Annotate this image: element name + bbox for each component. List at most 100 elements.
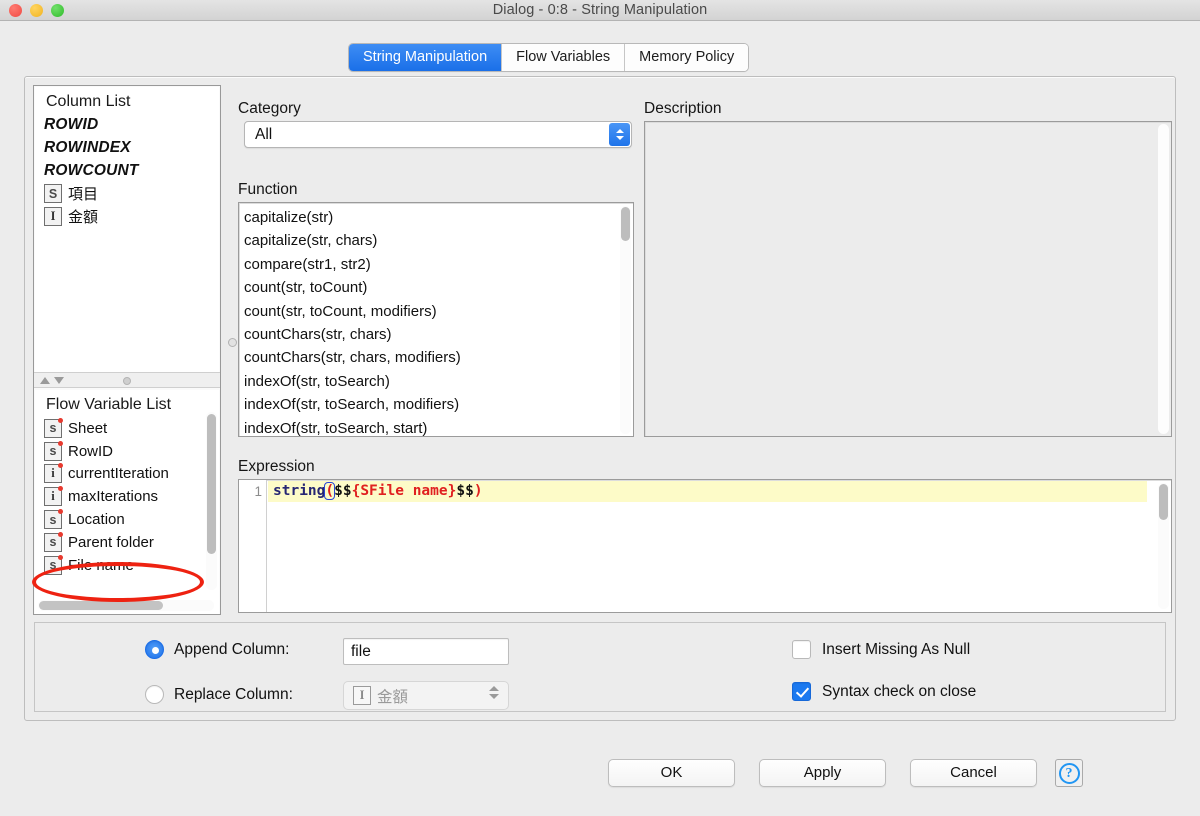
scrollbar-thumb[interactable] — [39, 601, 163, 610]
token-variable-ref: {SFile name} — [351, 483, 457, 499]
flow-variable-item-currentiteration[interactable]: i currentIteration — [44, 463, 219, 486]
category-selected-value: All — [255, 125, 273, 143]
function-list-item[interactable]: count(str, toCount) — [244, 276, 633, 299]
token-open-paren: ( — [324, 482, 336, 500]
string-type-icon: S — [44, 184, 62, 204]
collapse-down-icon[interactable] — [54, 377, 64, 384]
token-function-name: string — [273, 483, 326, 499]
flow-variable-list-items: s Sheet s RowID i currentIteration i max… — [35, 417, 219, 577]
tab-flow-variables[interactable]: Flow Variables — [502, 44, 626, 71]
column-list-scrollbar[interactable] — [206, 90, 217, 368]
integer-type-icon: I — [44, 207, 62, 227]
flow-variable-item-label: RowID — [68, 442, 114, 460]
flow-variable-item-parent-folder[interactable]: s Parent folder — [44, 531, 219, 554]
tab-strip: String Manipulation Flow Variables Memor… — [0, 21, 1200, 76]
flow-variable-item-location[interactable]: s Location — [44, 508, 219, 531]
expression-editor[interactable]: 1 string($${SFile name}$$) — [238, 479, 1172, 613]
insert-missing-as-null-row[interactable]: Insert Missing As Null — [792, 640, 970, 659]
column-list-item-int-col[interactable]: I 金額 — [44, 205, 219, 228]
replace-column-row[interactable]: Replace Column: — [145, 685, 293, 704]
integer-variable-icon: i — [44, 463, 63, 484]
splitter-grip-icon[interactable] — [123, 377, 131, 385]
insert-missing-as-null-checkbox[interactable] — [792, 640, 811, 659]
flow-variable-item-label: currentIteration — [68, 465, 169, 483]
append-column-input[interactable]: file — [343, 638, 509, 665]
column-list-item-label: ROWINDEX — [44, 139, 131, 157]
flow-variable-list-hscrollbar[interactable] — [38, 600, 214, 611]
help-button[interactable]: ? — [1055, 759, 1083, 787]
dialog-window: Dialog - 0:8 - String Manipulation Strin… — [0, 0, 1200, 816]
column-list-item-rowcount[interactable]: ROWCOUNT — [44, 160, 219, 183]
integer-variable-icon: i — [44, 486, 63, 507]
column-list-item-label: ROWID — [44, 116, 99, 134]
column-list-box[interactable]: Column List ROWID ROWINDEX ROWCOUNT S 項目 — [35, 87, 219, 372]
expression-line-numbers: 1 — [239, 480, 267, 612]
category-dropdown[interactable]: All — [244, 121, 632, 148]
dialog-footer: OK Apply Cancel ? — [0, 721, 1200, 816]
function-list[interactable]: capitalize(str) capitalize(str, chars) c… — [238, 202, 634, 437]
function-label: Function — [238, 181, 298, 198]
apply-button[interactable]: Apply — [759, 759, 886, 787]
flow-variable-item-rowid[interactable]: s RowID — [44, 440, 219, 463]
lists-split-pane: Column List ROWID ROWINDEX ROWCOUNT S 項目 — [33, 85, 221, 615]
dropdown-stepper-icon[interactable] — [609, 123, 630, 146]
scrollbar-thumb[interactable] — [207, 414, 216, 554]
function-list-item[interactable]: indexOf(str, toSearch, start) — [244, 417, 633, 436]
token-dollar-close: $$ — [456, 483, 474, 499]
flow-variable-list-box[interactable]: Flow Variable List s Sheet s RowID i cur… — [35, 390, 219, 614]
function-list-item[interactable]: countChars(str, chars, modifiers) — [244, 346, 633, 369]
flow-variable-item-file-name[interactable]: s File name — [44, 554, 219, 577]
expression-scrollbar[interactable] — [1158, 483, 1169, 609]
scrollbar-thumb[interactable] — [621, 207, 630, 241]
question-mark-icon: ? — [1058, 762, 1080, 784]
function-list-item[interactable]: countChars(str, chars) — [244, 323, 633, 346]
column-list-item-rowindex[interactable]: ROWINDEX — [44, 137, 219, 160]
insert-missing-as-null-label: Insert Missing As Null — [822, 640, 971, 658]
replace-column-dropdown[interactable]: I 金額 — [343, 681, 509, 710]
splitter-knob-icon[interactable] — [228, 338, 237, 347]
function-list-item[interactable]: indexOf(str, toSearch) — [244, 370, 633, 393]
string-variable-icon: s — [44, 509, 63, 530]
options-bar: Append Column: file Replace Column: I 金額… — [34, 622, 1166, 712]
string-variable-icon: s — [44, 417, 63, 438]
append-column-label: Append Column: — [174, 640, 290, 658]
function-list-item[interactable]: capitalize(str) — [244, 206, 633, 229]
scrollbar-thumb[interactable] — [1159, 484, 1168, 520]
token-close-paren: ) — [473, 483, 483, 499]
function-list-scrollbar[interactable] — [620, 206, 631, 434]
flow-variable-list-scrollbar[interactable] — [206, 412, 217, 590]
column-list-item-string-col[interactable]: S 項目 — [44, 182, 219, 205]
function-list-item[interactable]: compare(str1, str2) — [244, 253, 633, 276]
column-list-item-label: 項目 — [68, 186, 99, 204]
function-list-item[interactable]: indexOf(str, toSearch, modifiers) — [244, 393, 633, 416]
syntax-check-on-close-checkbox[interactable] — [792, 682, 811, 701]
tab-string-manipulation[interactable]: String Manipulation — [349, 44, 503, 71]
description-label: Description — [644, 100, 722, 117]
expression-code-line[interactable]: string($${SFile name}$$) — [268, 481, 1147, 502]
flow-variable-item-label: Location — [68, 511, 125, 529]
cancel-button[interactable]: Cancel — [910, 759, 1037, 787]
syntax-check-on-close-label: Syntax check on close — [822, 682, 977, 700]
flow-variable-item-maxiterations[interactable]: i maxIterations — [44, 485, 219, 508]
collapse-up-icon[interactable] — [40, 377, 50, 384]
replace-column-label: Replace Column: — [174, 685, 293, 703]
column-list-item-rowid[interactable]: ROWID — [44, 114, 219, 137]
column-list-items: ROWID ROWINDEX ROWCOUNT S 項目 I 金額 — [35, 114, 219, 228]
syntax-check-on-close-row[interactable]: Syntax check on close — [792, 682, 976, 701]
list-splitter[interactable] — [34, 372, 220, 388]
dropdown-stepper-icon[interactable] — [489, 686, 499, 699]
description-scrollbar[interactable] — [1158, 124, 1169, 434]
function-list-item[interactable]: count(str, toCount, modifiers) — [244, 300, 633, 323]
flow-variable-item-sheet[interactable]: s Sheet — [44, 417, 219, 440]
append-column-radio[interactable] — [145, 640, 164, 659]
tab-memory-policy[interactable]: Memory Policy — [625, 44, 749, 71]
function-list-item[interactable]: capitalize(str, chars) — [244, 229, 633, 252]
description-panel — [644, 121, 1172, 437]
column-list-item-label: 金額 — [68, 209, 99, 227]
append-column-row[interactable]: Append Column: — [145, 640, 289, 659]
ok-button[interactable]: OK — [608, 759, 735, 787]
replace-column-radio[interactable] — [145, 685, 164, 704]
description-content — [645, 122, 1171, 134]
main-panel: Column List ROWID ROWINDEX ROWCOUNT S 項目 — [24, 76, 1176, 721]
flow-variable-item-label: File name — [68, 556, 134, 574]
